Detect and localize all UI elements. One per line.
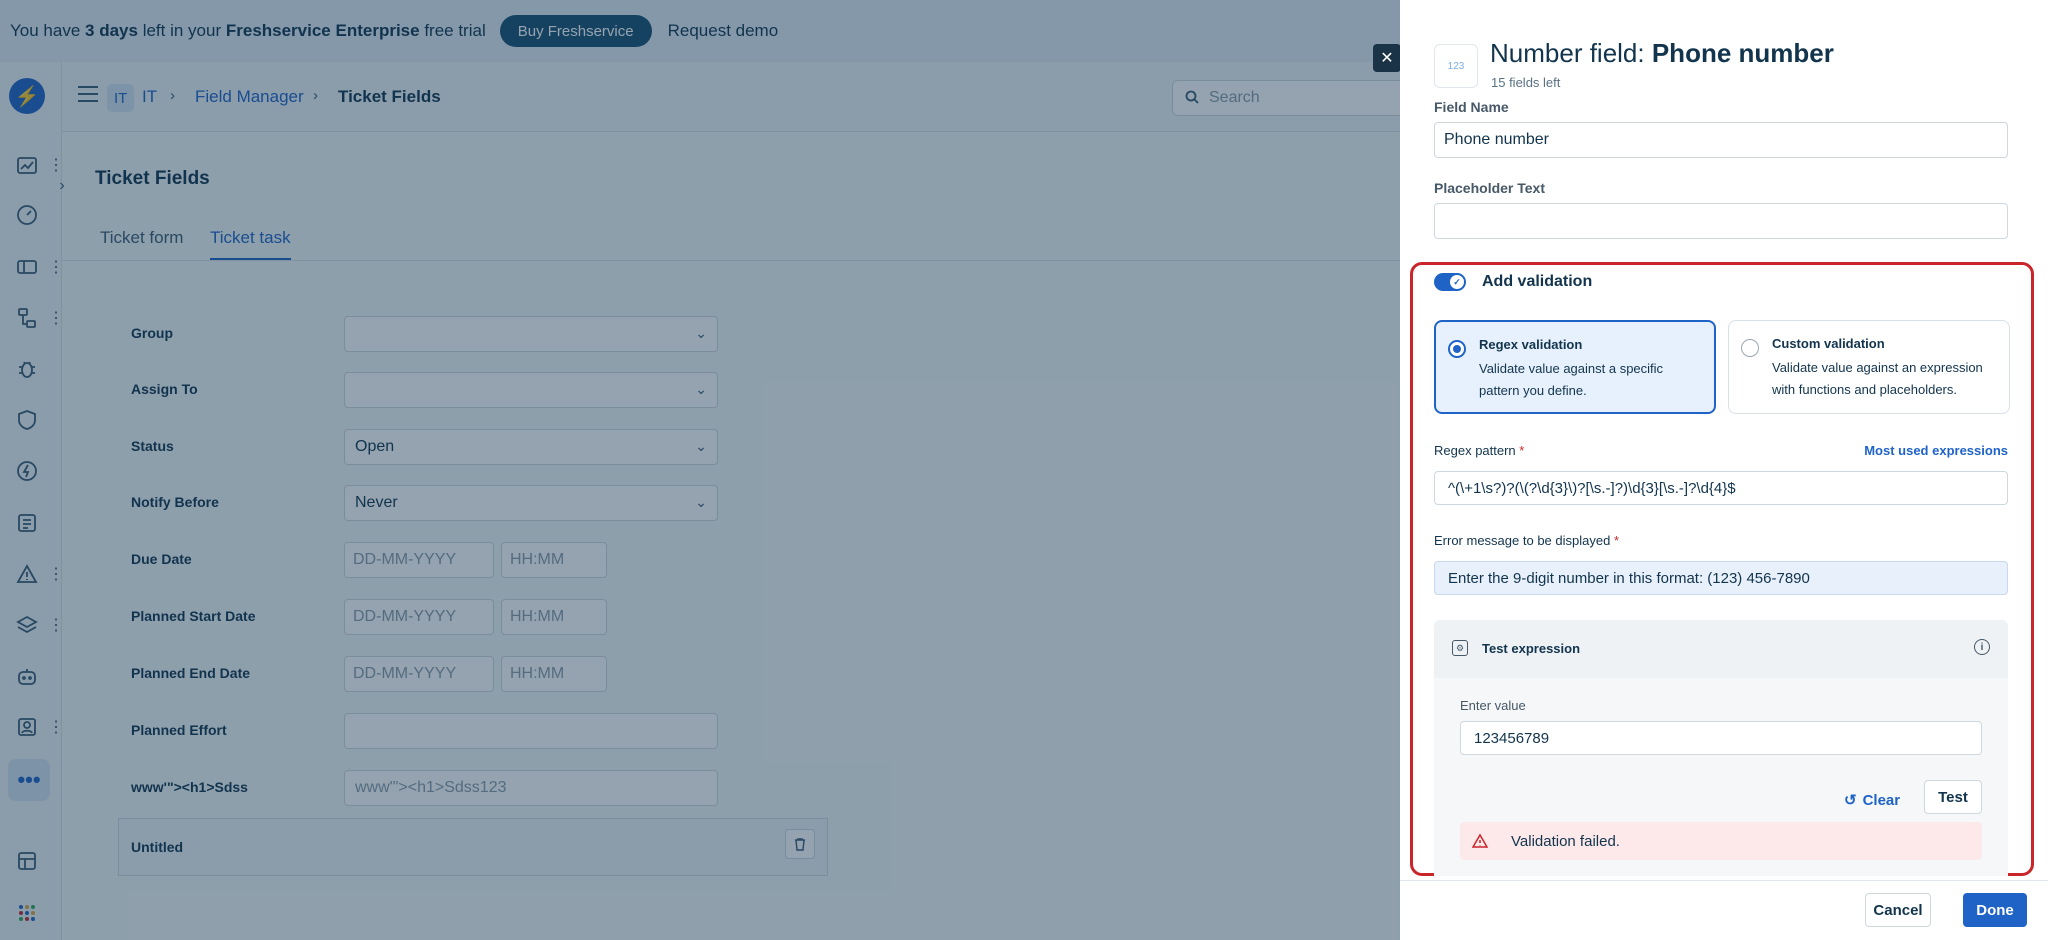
add-validation-label: Add validation: [1482, 273, 1593, 290]
fields-left-count: 15 fields left: [1491, 75, 1561, 90]
clear-button[interactable]: ↺ Clear: [1844, 785, 1900, 815]
custom-validation-title: Custom validation: [1772, 336, 1885, 351]
regex-validation-title: Regex validation: [1479, 337, 1583, 352]
close-drawer-icon[interactable]: ✕: [1373, 44, 1401, 72]
required-mark: *: [1519, 443, 1525, 458]
drawer-title-prefix: Number field:: [1490, 38, 1652, 68]
regex-pattern-input[interactable]: ^(\+1\s?)?(\(?\d{3}\)?[\s.-]?)\d{3}[\s.-…: [1434, 471, 2008, 505]
done-button[interactable]: Done: [1963, 893, 2027, 927]
test-expression-title: Test expression: [1482, 641, 1581, 656]
test-expression-icon: ⚙: [1452, 640, 1468, 656]
check-icon: ✓: [1450, 275, 1464, 289]
regex-pattern-label: Regex pattern *: [1434, 443, 1524, 458]
field-name-input[interactable]: Phone number: [1434, 122, 2008, 158]
test-button[interactable]: Test: [1924, 780, 1982, 814]
add-validation-toggle[interactable]: ✓: [1434, 273, 1466, 291]
error-message-label-text: Error message to be displayed: [1434, 533, 1611, 548]
custom-validation-desc: Validate value against an expression wit…: [1772, 360, 1983, 397]
regex-validation-radio[interactable]: [1448, 340, 1466, 358]
validation-result-alert: Validation failed.: [1460, 822, 1982, 860]
placeholder-text-label: Placeholder Text: [1434, 180, 1546, 196]
drawer-title: Number field: Phone number: [1490, 38, 1834, 69]
reset-icon: ↺: [1844, 792, 1857, 809]
required-mark: *: [1613, 533, 1619, 548]
error-message-label: Error message to be displayed *: [1434, 533, 1619, 548]
drawer-title-name: Phone number: [1651, 38, 1834, 68]
drawer-footer: Cancel Done: [1400, 880, 2048, 940]
clear-label: Clear: [1862, 791, 1901, 809]
test-value-input[interactable]: 123456789: [1460, 721, 1982, 755]
custom-validation-option[interactable]: Custom validation Validate value against…: [1728, 320, 2010, 414]
cancel-button[interactable]: Cancel: [1865, 893, 1931, 927]
number-field-icon: 123: [1434, 44, 1478, 88]
error-message-input[interactable]: Enter the 9-digit number in this format:…: [1434, 561, 2008, 595]
regex-pattern-label-text: Regex pattern: [1434, 443, 1516, 458]
placeholder-text-input[interactable]: [1434, 203, 2008, 239]
test-expression-header: ⚙ Test expression i: [1434, 620, 2008, 678]
custom-validation-radio[interactable]: [1741, 339, 1759, 357]
validation-result-text: Validation failed.: [1511, 833, 1620, 850]
enter-value-label: Enter value: [1460, 698, 1526, 713]
test-expression-panel: ⚙ Test expression i Enter value 12345678…: [1434, 620, 2008, 876]
most-used-expressions-link[interactable]: Most used expressions: [1864, 443, 2008, 458]
warning-triangle-icon: [1472, 833, 1488, 849]
regex-validation-option[interactable]: Regex validation Validate value against …: [1434, 320, 1716, 414]
modal-overlay[interactable]: [0, 0, 1400, 940]
field-properties-drawer: 123 Number field: Phone number 15 fields…: [1400, 0, 2048, 940]
field-name-label: Field Name: [1434, 99, 1509, 115]
regex-validation-desc: Validate value against a specific patter…: [1479, 361, 1664, 398]
info-icon[interactable]: i: [1974, 639, 1990, 655]
